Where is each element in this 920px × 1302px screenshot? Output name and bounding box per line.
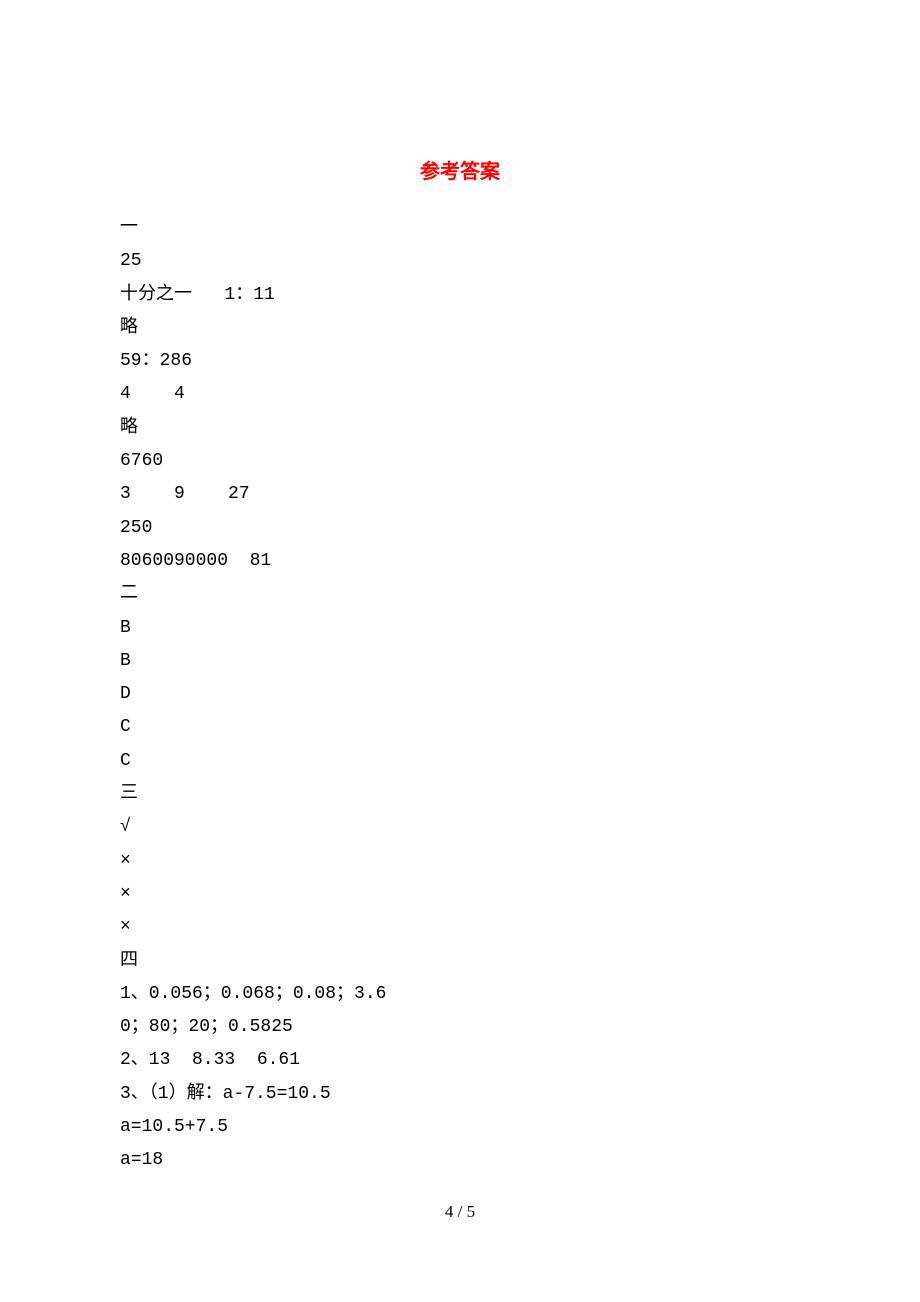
- answer-line: ×: [120, 878, 800, 911]
- page-number: 4 / 5: [0, 1202, 920, 1222]
- answer-line: a=10.5+7.5: [120, 1111, 800, 1144]
- answer-line: 略: [120, 312, 800, 345]
- answer-line: B: [120, 645, 800, 678]
- answer-line: 8060090000 81: [120, 545, 800, 578]
- answer-line: 1、0.056；0.068；0.08；3.6: [120, 978, 800, 1011]
- answer-line: D: [120, 678, 800, 711]
- page-title: 参考答案: [120, 155, 800, 184]
- answer-line: 6760: [120, 445, 800, 478]
- answer-line: a=18: [120, 1144, 800, 1177]
- answer-line: ×: [120, 911, 800, 944]
- answer-line: 3 9 27: [120, 478, 800, 511]
- answer-line: 0；80；20；0.5825: [120, 1011, 800, 1044]
- answer-line: 250: [120, 512, 800, 545]
- page-content: 参考答案 一25十分之一 1：11略59：2864 4略67603 9 2725…: [0, 0, 920, 1178]
- answer-line: √: [120, 811, 800, 844]
- answer-line: B: [120, 612, 800, 645]
- answer-line: 四: [120, 945, 800, 978]
- answer-line: 4 4: [120, 378, 800, 411]
- answer-line: 略: [120, 412, 800, 445]
- answer-line: 十分之一 1：11: [120, 279, 800, 312]
- answer-lines: 一25十分之一 1：11略59：2864 4略67603 9 272508060…: [120, 212, 800, 1178]
- answer-line: 二: [120, 578, 800, 611]
- answer-line: C: [120, 711, 800, 744]
- answer-line: 2、13 8.33 6.61: [120, 1044, 800, 1077]
- answer-line: 三: [120, 778, 800, 811]
- answer-line: 59：286: [120, 345, 800, 378]
- answer-line: 一: [120, 212, 800, 245]
- answer-line: 25: [120, 245, 800, 278]
- answer-line: C: [120, 745, 800, 778]
- answer-line: 3、（1）解：a-7.5=10.5: [120, 1078, 800, 1111]
- answer-line: ×: [120, 845, 800, 878]
